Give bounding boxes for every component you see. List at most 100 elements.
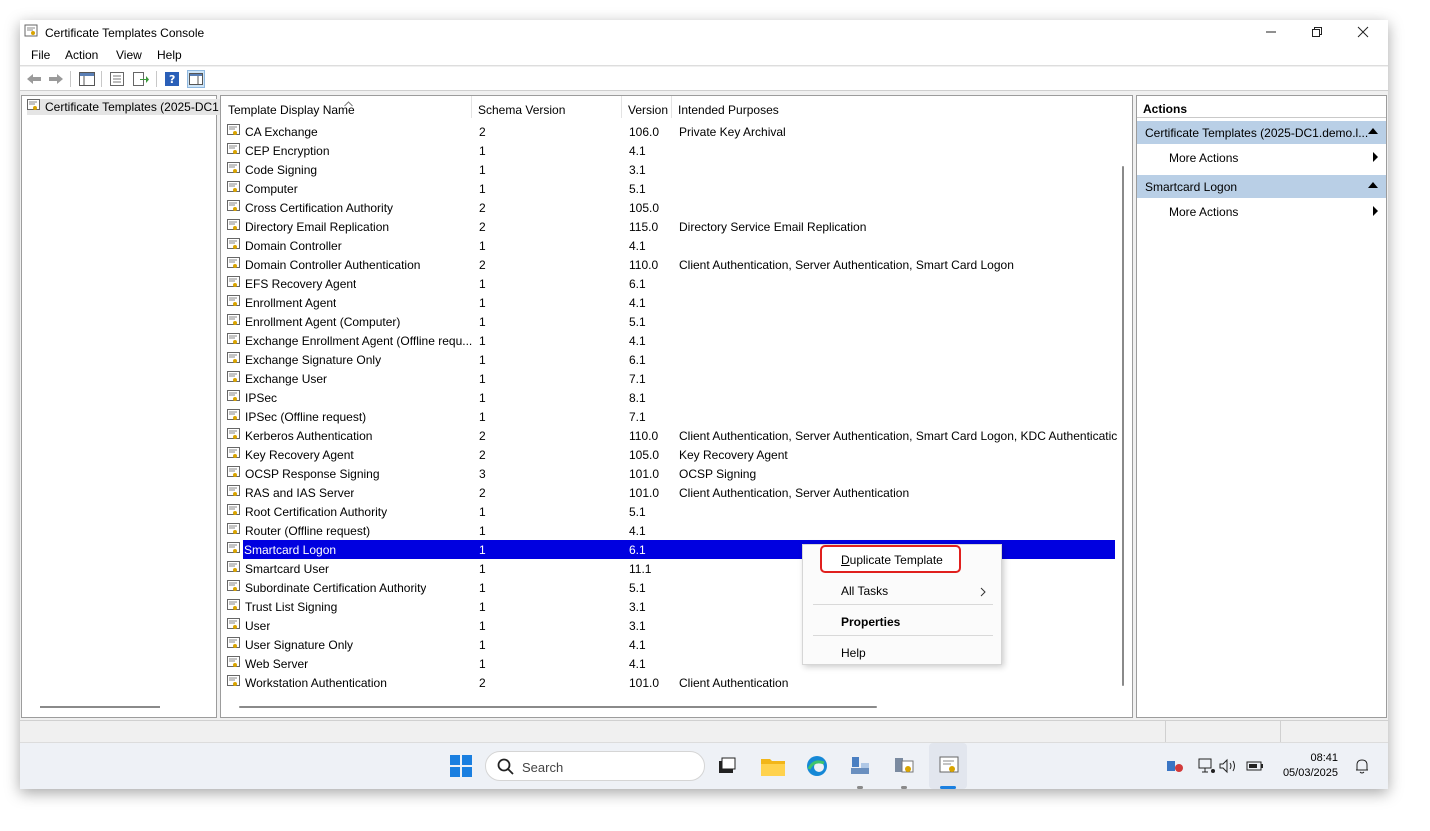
table-row[interactable]: Cross Certification Authority 2 105.0: [221, 198, 1114, 217]
table-row[interactable]: Router (Offline request) 1 4.1: [221, 521, 1114, 540]
windows-start-icon[interactable]: [448, 753, 474, 779]
table-row[interactable]: Root Certification Authority 1 5.1: [221, 502, 1114, 521]
template-name-cell: Subordinate Certification Authority: [245, 581, 427, 595]
table-row[interactable]: IPSec (Offline request) 1 7.1: [221, 407, 1114, 426]
menu-action[interactable]: Action: [65, 48, 98, 62]
certificate-template-icon: [227, 200, 240, 216]
battery-icon[interactable]: [1242, 753, 1268, 779]
actions-section-certificate-templates[interactable]: Certificate Templates (2025-DC1.demo.l..…: [1137, 121, 1386, 144]
template-name-cell: EFS Recovery Agent: [245, 277, 357, 291]
version-cell: 4.1: [629, 144, 646, 158]
task-view-icon[interactable]: [714, 753, 740, 779]
taskbar-search-box[interactable]: Search: [485, 751, 705, 781]
column-header-intended-purposes[interactable]: Intended Purposes: [678, 103, 779, 117]
table-row[interactable]: RAS and IAS Server 2 101.0 Client Authentic…: [221, 483, 1114, 502]
column-header-template-name[interactable]: Template Display Name: [228, 103, 355, 117]
schema-version-cell: 1: [479, 562, 486, 576]
minimize-button[interactable]: [1248, 20, 1294, 44]
version-cell: 101.0: [629, 676, 660, 690]
version-cell: 4.1: [629, 334, 646, 348]
table-row[interactable]: Exchange Enrollment Agent (Offline requ.…: [221, 331, 1114, 350]
certificate-templates-console-icon[interactable]: [936, 753, 962, 779]
column-header-schema-version[interactable]: Schema Version: [478, 103, 565, 117]
menu-item-properties[interactable]: Properties: [841, 615, 900, 629]
table-row[interactable]: Domain Controller 1 4.1: [221, 236, 1114, 255]
template-name-cell: Router (Offline request): [245, 524, 371, 538]
menu-view[interactable]: View: [116, 48, 142, 62]
table-row[interactable]: Directory Email Replication 2 115.0 Directo…: [221, 217, 1114, 236]
table-row[interactable]: Workstation Authentication 2 101.0 Client A…: [221, 673, 1114, 692]
table-row[interactable]: IPSec 1 8.1: [221, 388, 1114, 407]
properties-sheet-icon[interactable]: [108, 70, 126, 88]
actions-section-smartcard-logon[interactable]: Smartcard Logon: [1137, 175, 1386, 198]
running-indicator: [857, 786, 863, 789]
more-actions-link-1[interactable]: More Actions: [1169, 151, 1238, 165]
list-vertical-scrollbar[interactable]: [1122, 166, 1124, 686]
forward-arrow-icon[interactable]: [47, 70, 65, 88]
show-action-pane-icon[interactable]: [187, 70, 205, 88]
template-name-cell: Computer: [245, 182, 298, 196]
menu-help[interactable]: Help: [157, 48, 182, 62]
version-cell: 5.1: [629, 315, 646, 329]
menu-item-all-tasks[interactable]: All Tasks: [841, 584, 888, 598]
menu-file[interactable]: File: [31, 48, 50, 62]
security-shield-icon[interactable]: [1162, 753, 1188, 779]
all-tasks-label: All Tasks: [841, 584, 889, 598]
intended-purposes-cell: Private Key Archival: [679, 125, 786, 139]
table-row[interactable]: Computer 1 5.1: [221, 179, 1114, 198]
back-arrow-icon[interactable]: [25, 70, 43, 88]
template-name-cell: RAS and IAS Server: [245, 486, 355, 500]
file-explorer-icon[interactable]: [760, 753, 786, 779]
table-row[interactable]: Domain Controller Authentication 2 110.0 Cl…: [221, 255, 1114, 274]
table-row[interactable]: Code Signing 1 3.1: [221, 160, 1114, 179]
volume-icon[interactable]: [1216, 753, 1242, 779]
table-row[interactable]: CEP Encryption 1 4.1: [221, 141, 1114, 160]
intended-purposes-cell: OCSP Signing: [679, 467, 757, 481]
certificate-template-icon: [227, 618, 240, 634]
more-actions-link-2[interactable]: More Actions: [1169, 205, 1238, 219]
running-indicator: [901, 786, 907, 789]
table-row[interactable]: Key Recovery Agent 2 105.0 Key Recovery Age…: [221, 445, 1114, 464]
template-name-cell: CEP Encryption: [245, 144, 330, 158]
version-cell: 4.1: [629, 296, 646, 310]
table-row[interactable]: Kerberos Authentication 2 110.0 Client Auth…: [221, 426, 1118, 445]
table-row[interactable]: OCSP Response Signing 3 101.0 OCSP Signing: [221, 464, 1114, 483]
column-header-version[interactable]: Version: [628, 103, 668, 117]
template-name-cell: User: [245, 619, 271, 633]
list-horizontal-scrollbar[interactable]: [239, 706, 877, 708]
table-row[interactable]: CA Exchange 2 106.0 Private Key Archival: [221, 122, 1114, 141]
server-manager-icon[interactable]: [847, 753, 873, 779]
template-name-cell: Trust List Signing: [245, 600, 338, 614]
intended-purposes-cell: Client Authentication, Server Authentica…: [679, 429, 1118, 443]
template-name-cell: Domain Controller Authentication: [245, 258, 421, 272]
notification-bell-icon[interactable]: [1349, 753, 1375, 779]
submenu-arrow-icon: [1373, 152, 1378, 162]
table-row[interactable]: EFS Recovery Agent 1 6.1: [221, 274, 1114, 293]
menu-item-duplicate-template[interactable]: Duplicate Template: [841, 553, 943, 567]
export-list-icon[interactable]: [132, 70, 150, 88]
table-row[interactable]: Exchange Signature Only 1 6.1: [221, 350, 1114, 369]
certification-authority-icon[interactable]: [891, 753, 917, 779]
version-cell: 6.1: [629, 353, 646, 367]
collapse-up-icon[interactable]: [1368, 182, 1378, 188]
close-button[interactable]: [1340, 20, 1386, 44]
edge-browser-icon[interactable]: [804, 753, 830, 779]
tree-item-certificate-templates[interactable]: Certificate Templates (2025-DC1: [27, 99, 221, 115]
certificate-template-icon: [227, 181, 240, 197]
tree-horizontal-scrollbar[interactable]: [40, 706, 160, 708]
show-hide-console-tree-icon[interactable]: [78, 70, 96, 88]
version-cell: 106.0: [629, 125, 660, 139]
certificate-template-icon: [227, 485, 240, 501]
taskbar: Search 08:41 05/03/2025: [20, 742, 1388, 789]
list-header: Template Display Name Schema Version Ver…: [221, 96, 1132, 118]
table-row[interactable]: Enrollment Agent 1 4.1: [221, 293, 1114, 312]
restore-button[interactable]: [1294, 20, 1340, 44]
help-icon[interactable]: ?: [163, 70, 181, 88]
table-row[interactable]: Exchange User 1 7.1: [221, 369, 1114, 388]
menu-item-help[interactable]: Help: [841, 646, 866, 660]
clock[interactable]: 08:41 05/03/2025: [1283, 751, 1338, 781]
template-name-cell: IPSec: [245, 391, 278, 405]
version-cell: 4.1: [629, 638, 646, 652]
table-row[interactable]: Enrollment Agent (Computer) 1 5.1: [221, 312, 1114, 331]
collapse-up-icon[interactable]: [1368, 128, 1378, 134]
